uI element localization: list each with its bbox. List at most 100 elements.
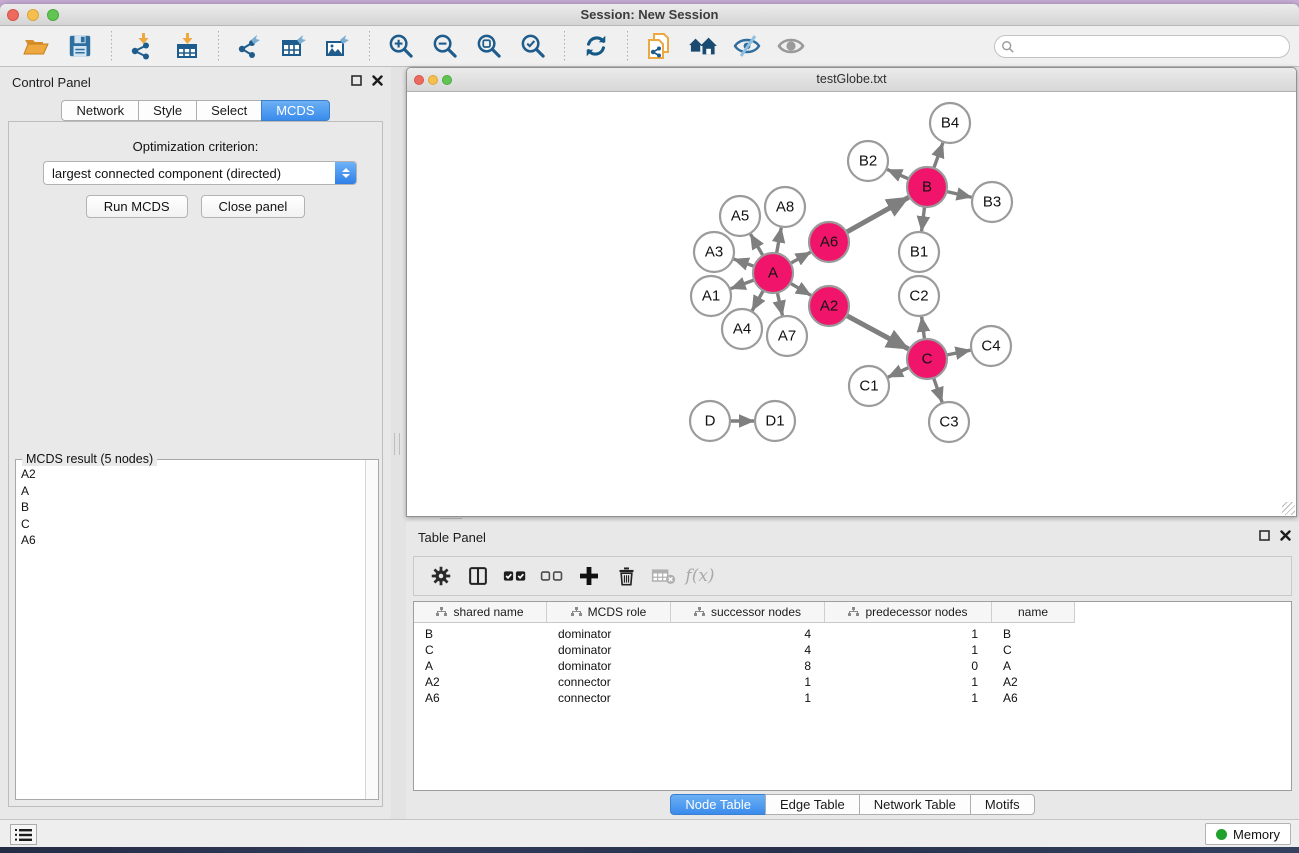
edge-B-B1[interactable] (922, 207, 925, 231)
delete-table-button[interactable] (648, 561, 678, 591)
float-panel-icon[interactable] (1259, 530, 1270, 541)
vertical-splitter[interactable] (394, 433, 400, 455)
graph-node-A8[interactable]: A8 (765, 187, 805, 227)
graph-node-A7[interactable]: A7 (767, 316, 807, 356)
edge-A-A2[interactable] (790, 283, 811, 295)
edge-A-A7[interactable] (777, 293, 782, 316)
network-canvas[interactable]: AA1A2A3A4A5A6A7A8BB1B2B3B4CC1C2C3C4DD1 (407, 92, 1296, 516)
edge-A6-B[interactable] (846, 197, 908, 232)
close-panel-icon[interactable] (372, 75, 383, 86)
close-panel-icon[interactable] (1280, 530, 1291, 541)
column-header-predecessor-nodes[interactable]: predecessor nodes (825, 602, 992, 623)
graph-node-B1[interactable]: B1 (899, 232, 939, 272)
first-neighbors-button[interactable] (686, 30, 720, 62)
edge-C-C3[interactable] (934, 378, 942, 402)
show-columns-button[interactable] (463, 561, 493, 591)
save-session-button[interactable] (63, 30, 97, 62)
import-table-button[interactable] (170, 30, 204, 62)
table-options-button[interactable] (426, 561, 456, 591)
minimize-window-button[interactable] (27, 9, 39, 21)
control-tab-network[interactable]: Network (61, 100, 138, 121)
zoom-selected-button[interactable] (516, 30, 550, 62)
mcds-result-item[interactable]: A6 (17, 532, 364, 549)
edge-A-A6[interactable] (790, 252, 810, 263)
open-session-button[interactable] (19, 30, 53, 62)
graph-node-D[interactable]: D (690, 401, 730, 441)
graph-node-C4[interactable]: C4 (971, 326, 1011, 366)
graph-node-A5[interactable]: A5 (720, 196, 760, 236)
close-window-button[interactable] (7, 9, 19, 21)
graph-node-C3[interactable]: C3 (929, 402, 969, 442)
mcds-result-item[interactable]: C (17, 516, 364, 533)
column-header-name[interactable]: name (992, 602, 1075, 623)
export-table-button[interactable] (277, 30, 311, 62)
function-builder-button[interactable]: f(x) (685, 561, 715, 591)
graph-node-C2[interactable]: C2 (899, 276, 939, 316)
edge-C-C2[interactable] (922, 317, 925, 339)
table-row[interactable]: A2connector11A2 (414, 674, 1291, 690)
new-network-from-selection-button[interactable] (642, 30, 676, 62)
table-tab-motifs[interactable]: Motifs (970, 794, 1035, 815)
graph-node-A1[interactable]: A1 (691, 276, 731, 316)
show-panel-list-button[interactable] (10, 824, 37, 845)
hide-selected-button[interactable] (730, 30, 764, 62)
criterion-dropdown[interactable]: largest connected component (directed) (43, 161, 357, 185)
refresh-button[interactable] (579, 30, 613, 62)
network-window-titlebar[interactable]: testGlobe.txt (407, 68, 1296, 92)
result-scrollbar[interactable] (365, 460, 378, 799)
table-tab-edge-table[interactable]: Edge Table (765, 794, 859, 815)
edge-A2-C[interactable] (847, 316, 909, 349)
import-network-button[interactable] (126, 30, 160, 62)
close-panel-button[interactable]: Close panel (201, 195, 306, 218)
create-column-button[interactable] (574, 561, 604, 591)
graph-node-A4[interactable]: A4 (722, 309, 762, 349)
zoom-network-button[interactable] (442, 75, 452, 85)
select-all-columns-button[interactable] (500, 561, 530, 591)
graph-node-C1[interactable]: C1 (849, 366, 889, 406)
zoom-in-button[interactable] (384, 30, 418, 62)
graph-node-A[interactable]: A (753, 253, 793, 293)
table-tab-network-table[interactable]: Network Table (859, 794, 970, 815)
delete-columns-button[interactable] (611, 561, 641, 591)
export-network-button[interactable] (233, 30, 267, 62)
run-mcds-button[interactable]: Run MCDS (86, 195, 188, 218)
graph-node-A6[interactable]: A6 (809, 222, 849, 262)
edge-C-C4[interactable] (947, 350, 971, 355)
table-row[interactable]: Adominator80A (414, 658, 1291, 674)
zoom-fit-button[interactable] (472, 30, 506, 62)
column-header-shared-name[interactable]: shared name (414, 602, 547, 623)
edge-A-A1[interactable] (731, 280, 755, 289)
graph-node-C[interactable]: C (907, 339, 947, 379)
edge-B-B3[interactable] (946, 191, 971, 197)
column-header-MCDS-role[interactable]: MCDS role (547, 602, 671, 623)
control-tab-mcds[interactable]: MCDS (261, 100, 329, 121)
table-row[interactable]: Bdominator41B (414, 626, 1291, 642)
mcds-result-item[interactable]: B (17, 499, 364, 516)
graph-node-A3[interactable]: A3 (694, 232, 734, 272)
zoom-window-button[interactable] (47, 9, 59, 21)
edge-A-A8[interactable] (777, 228, 782, 254)
control-tab-style[interactable]: Style (138, 100, 196, 121)
graph-node-B4[interactable]: B4 (930, 103, 970, 143)
unselect-all-columns-button[interactable] (537, 561, 567, 591)
table-tab-node-table[interactable]: Node Table (670, 794, 765, 815)
search-input[interactable] (1015, 38, 1289, 56)
float-panel-icon[interactable] (351, 75, 362, 86)
edge-B-B2[interactable] (887, 169, 908, 178)
column-header-successor-nodes[interactable]: successor nodes (671, 602, 825, 623)
edge-A-A3[interactable] (734, 259, 754, 266)
graph-node-B3[interactable]: B3 (972, 182, 1012, 222)
graph-node-B[interactable]: B (907, 167, 947, 207)
search-field[interactable] (994, 35, 1290, 58)
show-all-button[interactable] (774, 30, 808, 62)
edge-A-A4[interactable] (752, 290, 763, 310)
edge-C-C1[interactable] (888, 367, 909, 377)
mcds-result-item[interactable]: A2 (17, 466, 364, 483)
control-tab-select[interactable]: Select (196, 100, 261, 121)
graph-node-D1[interactable]: D1 (755, 401, 795, 441)
graph-node-B2[interactable]: B2 (848, 141, 888, 181)
resize-grip-icon[interactable] (1282, 502, 1295, 515)
table-row[interactable]: A6connector11A6 (414, 690, 1291, 706)
edge-B-B4[interactable] (934, 143, 943, 168)
edge-A-A5[interactable] (751, 234, 763, 256)
